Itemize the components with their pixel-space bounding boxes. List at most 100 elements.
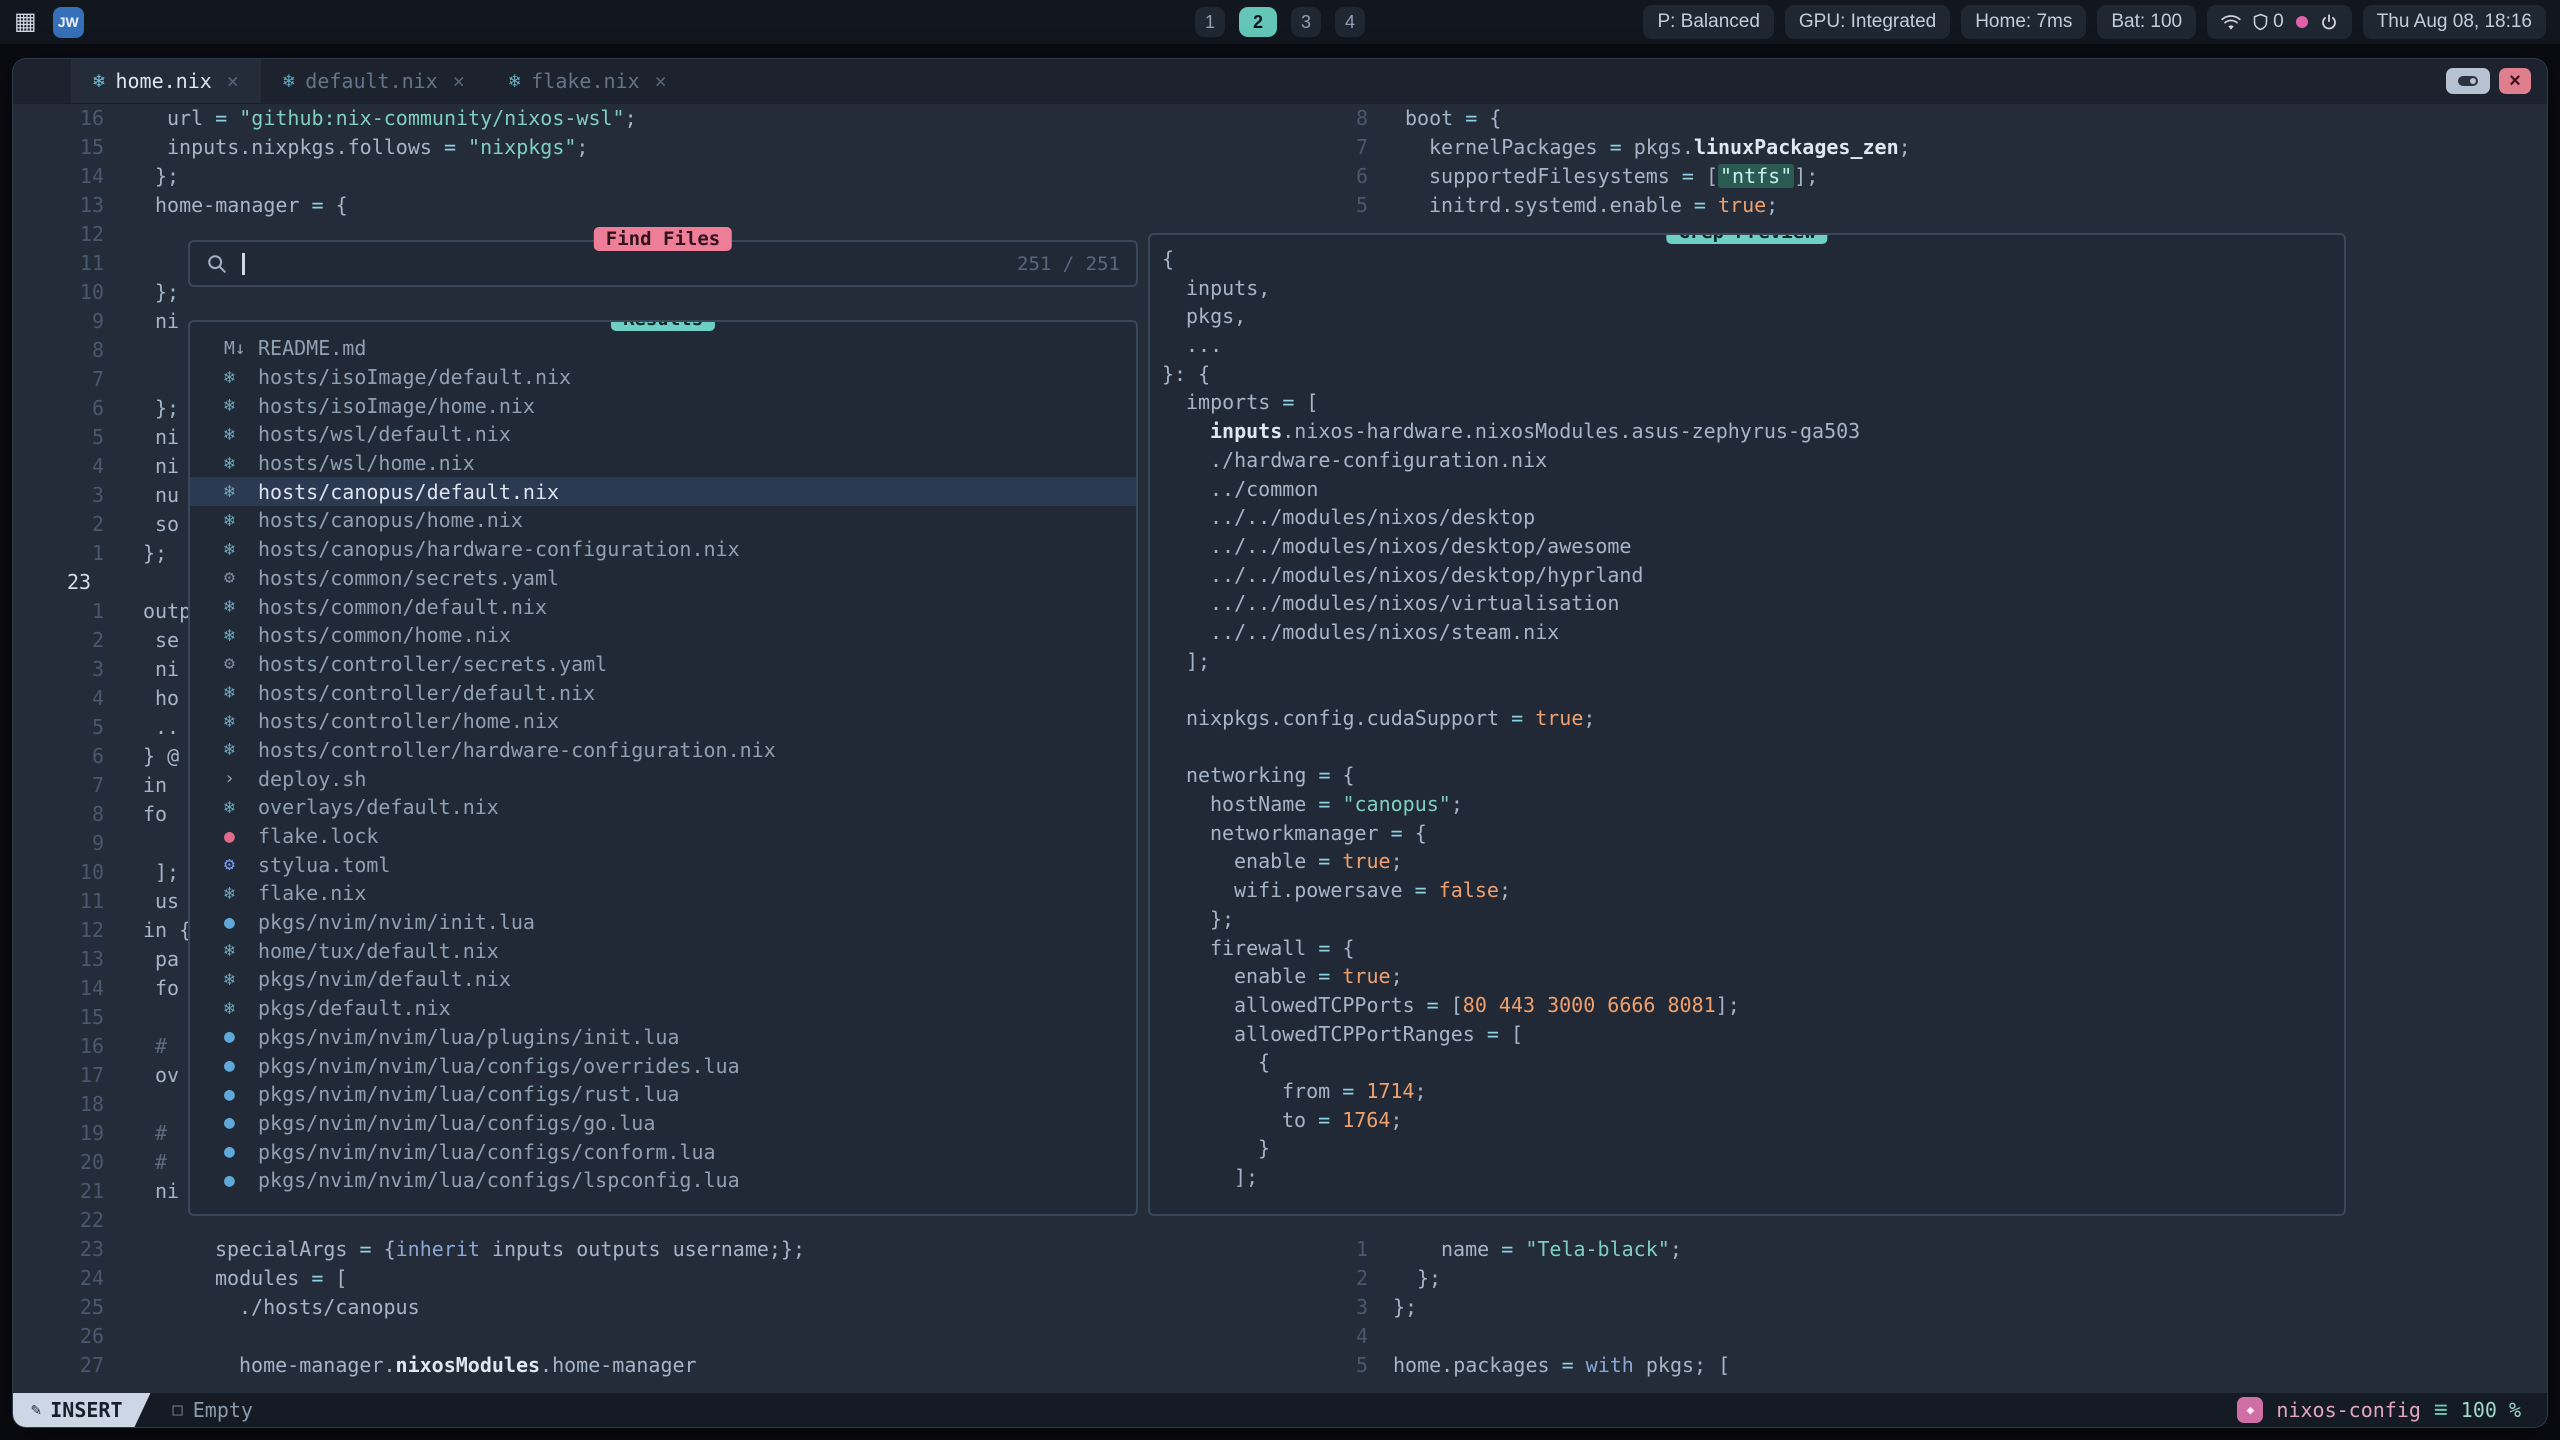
code-line: enable = true; — [1162, 847, 2344, 876]
tray-module[interactable]: 0 — [2207, 5, 2352, 39]
result-item[interactable]: ❄hosts/common/default.nix — [190, 592, 1136, 621]
workspace-2[interactable]: 2 — [1239, 7, 1277, 37]
result-item[interactable]: ●flake.lock — [190, 822, 1136, 851]
code-line: ../../modules/nixos/virtualisation — [1162, 589, 2344, 618]
nix-file-icon: ❄ — [93, 70, 104, 92]
result-item[interactable]: ❄hosts/controller/hardware-configuration… — [190, 736, 1136, 765]
preview-code: {inputs,pkgs,...}: {imports = [inputs.ni… — [1150, 235, 2344, 1192]
result-label: hosts/common/secrets.yaml — [258, 566, 559, 590]
result-item[interactable]: ❄hosts/canopus/hardware-configuration.ni… — [190, 535, 1136, 564]
clock-module[interactable]: Thu Aug 08, 18:16 — [2363, 5, 2546, 39]
preview-title: Grep Preview — [1666, 233, 1827, 244]
result-label: hosts/canopus/default.nix — [258, 480, 559, 504]
logo-badge[interactable]: JW — [53, 7, 84, 38]
result-item[interactable]: ❄hosts/canopus/home.nix — [190, 506, 1136, 535]
result-item[interactable]: ●pkgs/nvim/nvim/lua/configs/rust.lua — [190, 1080, 1136, 1109]
code-line — [1162, 733, 2344, 762]
result-item[interactable]: ❄hosts/wsl/default.nix — [190, 420, 1136, 449]
result-item[interactable]: ●pkgs/nvim/nvim/lua/configs/lspconfig.lu… — [190, 1166, 1136, 1195]
code-line: 15inputs.nixpkgs.follows = "nixpkgs"; — [13, 133, 1333, 162]
tab-home.nix[interactable]: ❄home.nix× — [71, 59, 261, 103]
gpu-module[interactable]: GPU: Integrated — [1785, 5, 1950, 39]
battery-module[interactable]: Bat: 100 — [2097, 5, 2196, 39]
toggle-button[interactable] — [2446, 68, 2490, 94]
workspace-4[interactable]: 4 — [1335, 7, 1365, 37]
result-item[interactable]: ❄hosts/controller/home.nix — [190, 707, 1136, 736]
workspace-1[interactable]: 1 — [1195, 7, 1225, 37]
line-number: 19 — [13, 1119, 104, 1148]
result-item[interactable]: ❄hosts/isoImage/default.nix — [190, 363, 1136, 392]
result-label: hosts/controller/hardware-configuration.… — [258, 738, 776, 762]
nix-file-icon: ❄ — [224, 395, 258, 416]
result-item[interactable]: ❄home/tux/default.nix — [190, 936, 1136, 965]
result-item[interactable]: ❄hosts/canopus/default.nix — [190, 477, 1136, 506]
window-close-button[interactable]: × — [2499, 68, 2531, 94]
nix-file-icon: ❄ — [224, 625, 258, 646]
line-number: 1 — [13, 597, 104, 626]
line-number: 13 — [13, 191, 104, 220]
result-item[interactable]: ❄pkgs/nvim/default.nix — [190, 965, 1136, 994]
result-label: hosts/controller/default.nix — [258, 681, 595, 705]
line-number: 20 — [13, 1148, 104, 1177]
result-item[interactable]: ⚙stylua.toml — [190, 850, 1136, 879]
result-item[interactable]: ●pkgs/nvim/nvim/lua/configs/go.lua — [190, 1109, 1136, 1138]
right-pane-bottom: 1name = "Tela-black";2};3};45home.packag… — [1333, 1235, 2547, 1380]
shield-icon — [2253, 13, 2268, 31]
line-number: 16 — [13, 1032, 104, 1061]
line-number: 6 — [13, 742, 104, 771]
result-label: pkgs/nvim/default.nix — [258, 967, 511, 991]
result-item[interactable]: ❄hosts/isoImage/home.nix — [190, 391, 1136, 420]
line-number: 1 — [1333, 1235, 1368, 1264]
nix-file-icon: ❄ — [224, 998, 258, 1019]
result-item[interactable]: ❄pkgs/default.nix — [190, 994, 1136, 1023]
results-title: Results — [611, 320, 715, 331]
nix-file-icon: ❄ — [224, 969, 258, 990]
result-item[interactable]: ❄hosts/common/home.nix — [190, 621, 1136, 650]
nix-file-icon: ❄ — [224, 739, 258, 760]
line-number: 24 — [13, 1264, 104, 1293]
line-number: 2 — [13, 626, 104, 655]
workspace-switcher: 1234 — [1195, 7, 1365, 37]
code-line: 24modules = [ — [13, 1264, 1333, 1293]
line-number: 25 — [13, 1293, 104, 1322]
line-number: 6 — [13, 394, 104, 423]
tab-close-icon[interactable]: × — [227, 69, 239, 93]
result-item[interactable]: ⚙hosts/controller/secrets.yaml — [190, 650, 1136, 679]
code-line: 6supportedFilesystems = ["ntfs"]; — [1333, 162, 2547, 191]
result-item[interactable]: ›deploy.sh — [190, 764, 1136, 793]
result-label: hosts/canopus/hardware-configuration.nix — [258, 537, 740, 561]
result-label: stylua.toml — [258, 853, 390, 877]
power-profile-module[interactable]: P: Balanced — [1643, 5, 1773, 39]
line-number: 7 — [13, 771, 104, 800]
line-number: 12 — [13, 916, 104, 945]
tab-close-icon[interactable]: × — [655, 69, 667, 93]
result-item[interactable]: ●pkgs/nvim/nvim/init.lua — [190, 908, 1136, 937]
bar-right: P: Balanced GPU: Integrated Home: 7ms Ba… — [1643, 5, 2546, 39]
result-item[interactable]: M↓README.md — [190, 334, 1136, 363]
line-number: 6 — [1333, 162, 1368, 191]
result-item[interactable]: ❄flake.nix — [190, 879, 1136, 908]
result-item[interactable]: ❄overlays/default.nix — [190, 793, 1136, 822]
line-number: 15 — [13, 1003, 104, 1032]
result-item[interactable]: ●pkgs/nvim/nvim/lua/plugins/init.lua — [190, 1023, 1136, 1052]
statusline: ✎ INSERT □ Empty ◆ nixos-config ≡ 100 % — [13, 1393, 2547, 1427]
latency-module[interactable]: Home: 7ms — [1961, 5, 2086, 39]
workspace-3[interactable]: 3 — [1291, 7, 1321, 37]
list-icon: ≡ — [2434, 1397, 2448, 1423]
result-label: hosts/common/home.nix — [258, 623, 511, 647]
tab-default.nix[interactable]: ❄default.nix× — [261, 59, 487, 103]
find-files-prompt[interactable]: Find Files 251 / 251 — [188, 240, 1138, 287]
result-item[interactable]: ⚙hosts/common/secrets.yaml — [190, 564, 1136, 593]
result-item[interactable]: ❄hosts/wsl/home.nix — [190, 449, 1136, 478]
tab-flake.nix[interactable]: ❄flake.nix× — [487, 59, 689, 103]
launcher-icon[interactable]: ▦ — [14, 10, 37, 34]
lock-file-icon: ● — [224, 826, 258, 847]
tab-close-icon[interactable]: × — [453, 69, 465, 93]
code-line: ]; — [1162, 647, 2344, 676]
code-line: nixpkgs.config.cudaSupport = true; — [1162, 704, 2344, 733]
result-item[interactable]: ●pkgs/nvim/nvim/lua/configs/overrides.lu… — [190, 1051, 1136, 1080]
line-number: 1 — [13, 539, 104, 568]
result-item[interactable]: ●pkgs/nvim/nvim/lua/configs/conform.lua — [190, 1137, 1136, 1166]
line-number: 5 — [1333, 191, 1368, 220]
result-item[interactable]: ❄hosts/controller/default.nix — [190, 678, 1136, 707]
